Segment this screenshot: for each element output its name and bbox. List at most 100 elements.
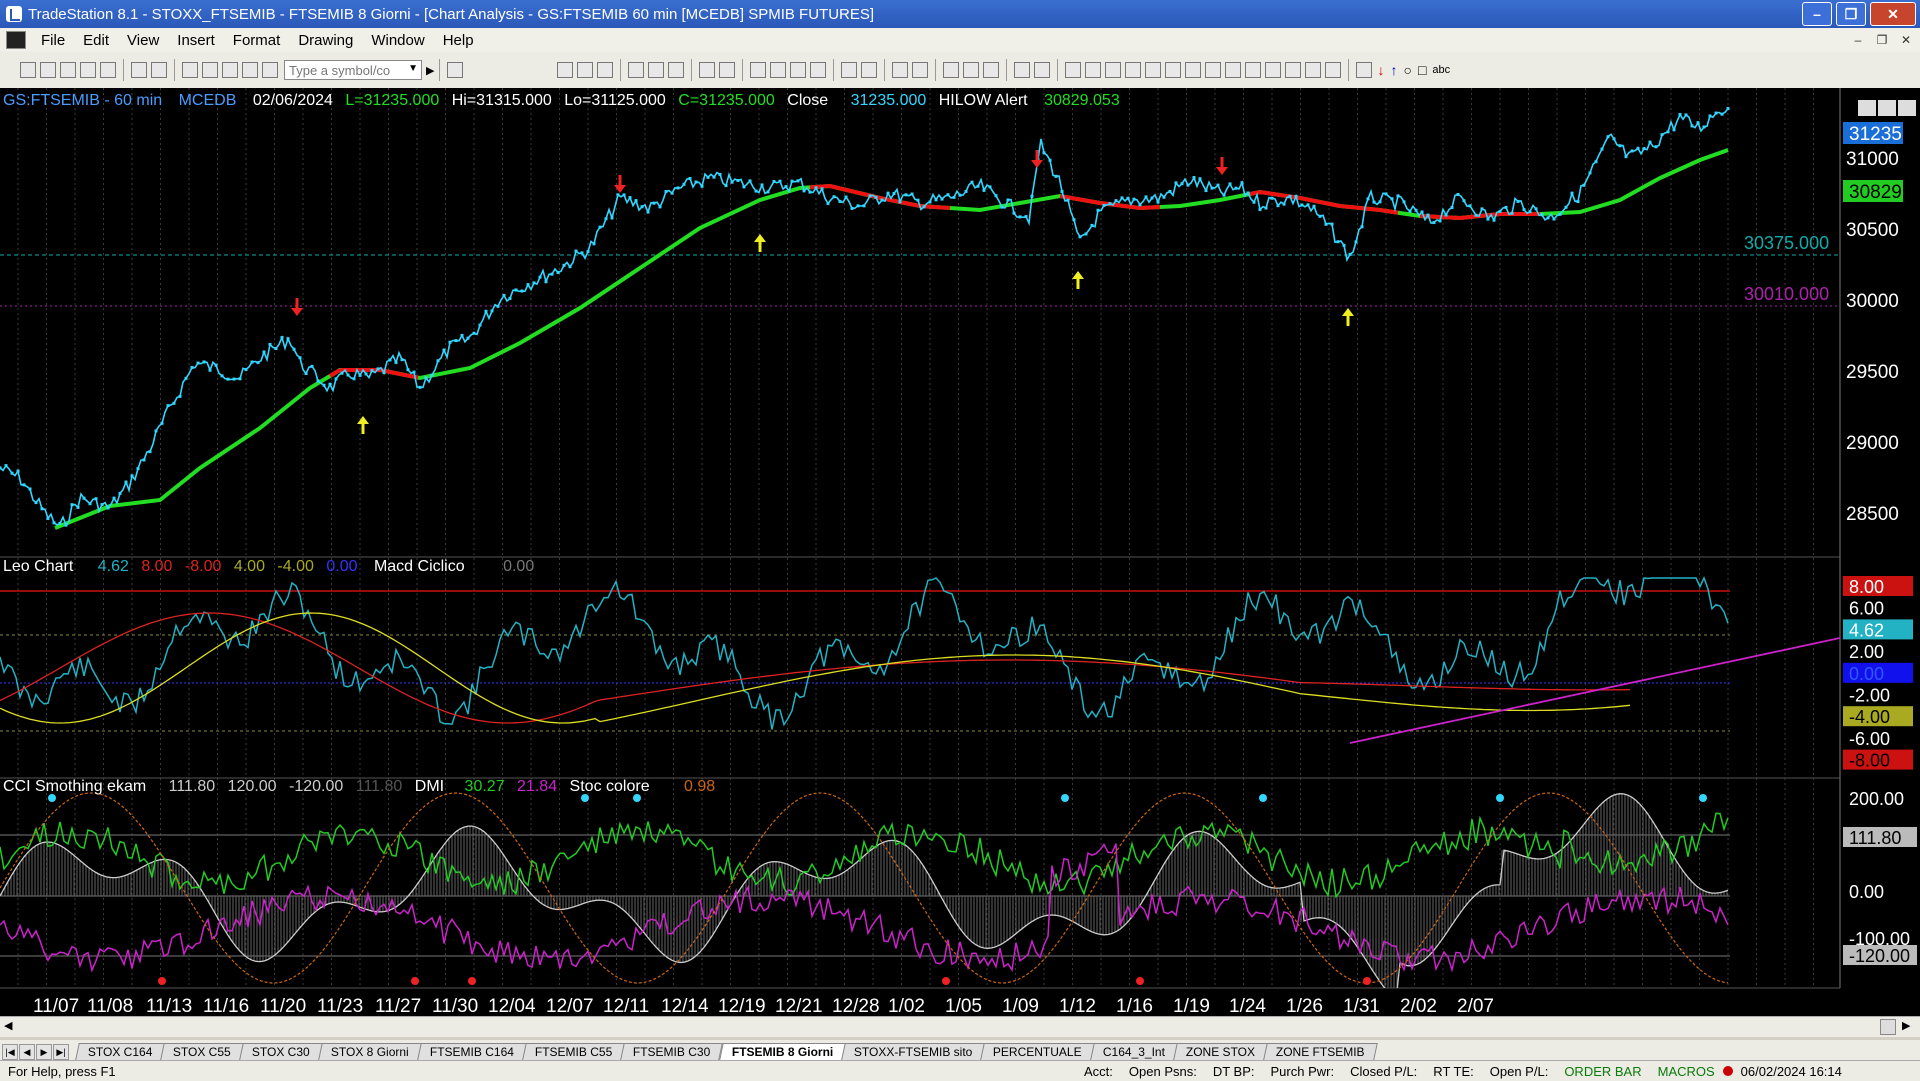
hline-icon[interactable] (1105, 62, 1122, 78)
cycle-icon[interactable] (1225, 62, 1242, 78)
fib-icon[interactable] (1085, 62, 1102, 78)
ellipse-icon[interactable]: ○ (1403, 62, 1411, 78)
maximize-button[interactable]: ❐ (1836, 2, 1866, 26)
trendline-icon[interactable] (1065, 62, 1082, 78)
save-icon[interactable] (60, 62, 76, 78)
menu-view[interactable]: View (118, 32, 168, 49)
menu-edit[interactable]: Edit (74, 32, 118, 49)
scanner-icon[interactable] (648, 62, 665, 78)
mdi-restore-icon[interactable]: ❐ (1872, 31, 1892, 49)
template-icon[interactable] (1034, 62, 1051, 78)
print-preview-icon[interactable] (151, 62, 167, 78)
scroll-right-arrow-icon[interactable]: ▶ (1902, 1019, 1910, 1032)
grid-icon[interactable] (557, 62, 574, 78)
gann-icon[interactable] (1145, 62, 1162, 78)
tab-12[interactable]: ZONE FTSEMIB (1263, 1043, 1378, 1060)
minimize-button[interactable]: – (1802, 2, 1832, 26)
scroll-right-icon[interactable] (861, 62, 878, 78)
options-icon[interactable] (719, 62, 736, 78)
folder-icon[interactable] (100, 62, 116, 78)
chart-window-icon[interactable] (6, 31, 26, 49)
tools-icon[interactable] (983, 62, 1000, 78)
chart-analysis-window[interactable]: GS:FTSEMIB - 60 min MCEDB 02/06/2024 L=3… (0, 88, 1920, 1024)
channel-icon[interactable] (1125, 62, 1142, 78)
regression-icon[interactable] (1285, 62, 1302, 78)
tab-9[interactable]: PERCENTUALE (980, 1043, 1095, 1060)
panel-close-icon[interactable] (1898, 100, 1916, 116)
curve-icon[interactable] (1356, 62, 1373, 78)
text-icon[interactable]: abc (1432, 64, 1450, 76)
arc-icon[interactable] (1305, 62, 1322, 78)
tab-4[interactable]: FTSEMIB C164 (417, 1043, 527, 1060)
macros-button[interactable]: MACROS (1650, 1064, 1723, 1079)
chart-line-icon[interactable] (770, 62, 787, 78)
tab-next-icon[interactable]: ▶ (36, 1044, 52, 1060)
menu-file[interactable]: File (32, 32, 74, 49)
radar-icon[interactable] (668, 62, 685, 78)
menu-window[interactable]: Window (362, 32, 433, 49)
pointer-icon[interactable] (943, 62, 960, 78)
menu-help[interactable]: Help (434, 32, 483, 49)
link-icon[interactable] (242, 62, 258, 78)
lock-icon[interactable] (222, 62, 238, 78)
menu-insert[interactable]: Insert (168, 32, 224, 49)
symbol-input[interactable]: Type a symbol/co ▼ (284, 60, 422, 80)
panel-minimize-icon[interactable] (1858, 100, 1876, 116)
zoom-out-icon[interactable] (912, 62, 929, 78)
play-icon[interactable]: ▶ (426, 64, 434, 77)
data-tip-icon[interactable] (963, 62, 980, 78)
chevron-down-icon[interactable]: ▼ (408, 63, 418, 74)
tab-11[interactable]: ZONE STOX (1173, 1043, 1269, 1060)
chart-bar-icon[interactable] (750, 62, 767, 78)
tab-prev-icon[interactable]: ◀ (19, 1044, 35, 1060)
table-icon[interactable] (597, 62, 614, 78)
andrews-icon[interactable] (1185, 62, 1202, 78)
tab-6[interactable]: FTSEMIB C30 (620, 1043, 724, 1060)
horizontal-scrollbar[interactable]: ◀ ▶ (0, 1016, 1920, 1037)
scroll-left-icon[interactable] (841, 62, 858, 78)
parallel-icon[interactable] (1265, 62, 1282, 78)
new-icon[interactable] (20, 62, 36, 78)
speed-line-icon[interactable] (1165, 62, 1182, 78)
analysis-icon[interactable] (628, 62, 645, 78)
tab-1[interactable]: STOX C55 (160, 1043, 245, 1060)
tab-0[interactable]: STOX C164 (75, 1043, 166, 1060)
scroll-left-arrow-icon[interactable]: ◀ (4, 1019, 12, 1032)
open-icon[interactable] (40, 62, 56, 78)
arrow-horiz-icon[interactable] (1245, 62, 1262, 78)
close-button[interactable]: ✕ (1870, 2, 1916, 26)
window-list-icon[interactable] (202, 62, 218, 78)
globe-icon[interactable] (262, 62, 278, 78)
mdi-close-icon[interactable]: ✕ (1896, 31, 1916, 49)
zoom-in-icon[interactable] (892, 62, 909, 78)
panel-restore-icon[interactable] (1878, 100, 1896, 116)
menu-drawing[interactable]: Drawing (289, 32, 362, 49)
menu-format[interactable]: Format (224, 32, 290, 49)
freehand-icon[interactable] (1325, 62, 1342, 78)
arrow-up-icon[interactable]: ↑ (1390, 62, 1397, 78)
vline-icon[interactable] (1205, 62, 1222, 78)
copy-icon[interactable] (80, 62, 96, 78)
scroll-thumb[interactable] (1880, 1019, 1896, 1035)
rectangle-icon[interactable]: □ (1418, 62, 1426, 78)
tab-first-icon[interactable]: |◀ (2, 1044, 18, 1060)
alert-icon[interactable] (1014, 62, 1031, 78)
tab-3[interactable]: STOX 8 Giorni (318, 1043, 422, 1060)
tab-2[interactable]: STOX C30 (239, 1043, 323, 1060)
price-chart[interactable]: GS:FTSEMIB - 60 min MCEDB 02/06/2024 L=3… (0, 88, 1920, 1017)
chart-point-icon[interactable] (810, 62, 827, 78)
matrix-icon[interactable] (577, 62, 594, 78)
tab-10[interactable]: C164_3_Int (1090, 1043, 1179, 1060)
arrow-down-icon[interactable]: ↓ (1377, 62, 1384, 78)
print-icon[interactable] (131, 62, 147, 78)
strategy-icon[interactable] (699, 62, 716, 78)
find-icon[interactable] (447, 62, 464, 78)
mdi-minimize-icon[interactable]: – (1848, 31, 1868, 49)
order-bar-button[interactable]: ORDER BAR (1556, 1064, 1649, 1079)
tab-7[interactable]: FTSEMIB 8 Giorni (718, 1043, 846, 1060)
window-icon[interactable] (182, 62, 198, 78)
tab-8[interactable]: STOXX-FTSEMIB sito (841, 1043, 986, 1060)
tab-last-icon[interactable]: ▶| (53, 1044, 69, 1060)
chart-candle-icon[interactable] (790, 62, 807, 78)
tab-5[interactable]: FTSEMIB C55 (522, 1043, 626, 1060)
